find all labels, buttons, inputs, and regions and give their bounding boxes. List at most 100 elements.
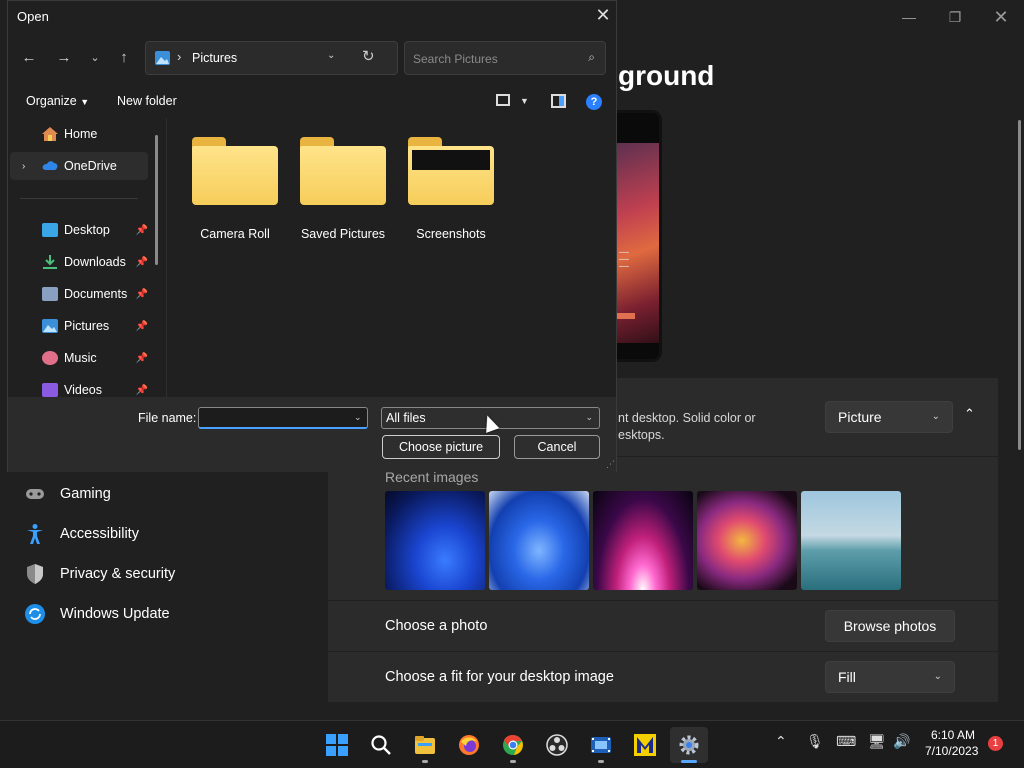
home-icon: [42, 127, 58, 141]
browse-photos-button[interactable]: Browse photos: [825, 610, 955, 642]
search-taskbar-button[interactable]: [362, 727, 400, 763]
obs-taskbar-button[interactable]: [538, 727, 576, 763]
folder-item[interactable]: Saved Pictures: [300, 137, 386, 241]
settings-taskbar-button[interactable]: [670, 727, 708, 763]
firefox-icon: [459, 735, 479, 755]
chevron-up-icon[interactable]: ⌃: [775, 733, 787, 750]
chrome-taskbar-button[interactable]: [494, 727, 532, 763]
keyboard-icon[interactable]: ⌨: [836, 733, 856, 750]
view-icon[interactable]: [496, 94, 510, 106]
pin-icon[interactable]: 📌: [136, 289, 148, 300]
page-title: ground: [618, 60, 715, 91]
nav-item-videos[interactable]: Videos 📌: [10, 376, 148, 397]
nav-item-label: Downloads: [64, 255, 126, 269]
notification-badge[interactable]: 1: [988, 736, 1003, 751]
volume-icon[interactable]: 🔊: [893, 733, 910, 750]
fit-dropdown[interactable]: Fill ⌄: [825, 661, 955, 693]
sidebar-item-accessibility[interactable]: Accessibility: [24, 520, 139, 548]
nav-item-documents[interactable]: Documents 📌: [10, 280, 148, 308]
desktop-icon: [42, 223, 58, 237]
file-explorer-taskbar-button[interactable]: [406, 727, 444, 763]
sidebar-item-gaming[interactable]: Gaming: [24, 480, 111, 508]
recent-image-thumbnail[interactable]: [801, 491, 901, 590]
folder-item[interactable]: Camera Roll: [192, 137, 278, 241]
forward-arrow-icon[interactable]: →: [53, 47, 75, 69]
pin-icon[interactable]: 📌: [136, 257, 148, 268]
recent-locations-chevron-icon[interactable]: ⌄: [84, 47, 106, 69]
chevron-down-icon[interactable]: ⌄: [327, 50, 335, 61]
expand-chevron-icon[interactable]: ›: [22, 161, 25, 172]
refresh-icon[interactable]: ↻: [362, 47, 375, 65]
recent-image-thumbnail[interactable]: [489, 491, 589, 590]
chevron-down-icon[interactable]: ⌄: [354, 412, 362, 423]
chevron-down-icon: ⌄: [585, 412, 593, 422]
recent-images-card: Recent images: [328, 457, 998, 600]
filename-input[interactable]: [198, 407, 368, 429]
letter-m-app-icon: [634, 734, 656, 756]
chevron-up-icon[interactable]: ⌃: [964, 406, 975, 422]
nav-item-home[interactable]: Home: [10, 120, 148, 148]
cancel-button[interactable]: Cancel: [514, 435, 600, 459]
network-icon[interactable]: 🖥: [868, 733, 886, 750]
clock-date[interactable]: 7/10/2023: [925, 744, 978, 758]
chevron-down-icon: ▼: [80, 97, 90, 107]
close-window-button[interactable]: ✕: [990, 6, 1012, 28]
maximize-button[interactable]: ❐: [944, 6, 966, 28]
folder-icon: [300, 137, 386, 205]
microphone-icon[interactable]: 🎙: [806, 733, 824, 750]
pane-splitter[interactable]: [166, 118, 167, 397]
folder-name: Saved Pictures: [300, 227, 386, 241]
file-explorer-icon: [415, 736, 435, 754]
dialog-title: Open: [17, 9, 49, 24]
nav-item-desktop[interactable]: Desktop 📌: [10, 216, 148, 244]
pin-icon[interactable]: 📌: [136, 353, 148, 364]
nav-item-onedrive[interactable]: › OneDrive: [10, 152, 148, 180]
pin-icon[interactable]: 📌: [136, 385, 148, 396]
pin-icon[interactable]: 📌: [136, 225, 148, 236]
chrome-icon: [503, 734, 523, 755]
nav-item-downloads[interactable]: Downloads 📌: [10, 248, 148, 276]
update-icon: [24, 603, 46, 625]
sidebar-item-windows-update[interactable]: Windows Update: [24, 600, 170, 628]
chevron-down-icon: ⌄: [931, 411, 940, 422]
search-input[interactable]: Search Pictures ⌕: [404, 41, 606, 75]
active-indicator: [681, 760, 697, 763]
close-icon[interactable]: ✕: [592, 4, 614, 26]
personalize-description: nt desktop. Solid color or esktops.: [618, 411, 756, 442]
clock-time[interactable]: 6:10 AM: [931, 728, 975, 742]
sidebar-item-privacy[interactable]: Privacy & security: [24, 560, 175, 588]
fit-value: Fill: [838, 669, 856, 685]
video-editor-taskbar-button[interactable]: [582, 727, 620, 763]
view-options-chevron-icon[interactable]: ▼: [520, 96, 529, 106]
background-type-dropdown[interactable]: Picture ⌄: [825, 401, 953, 433]
folder-item[interactable]: Screenshots: [408, 137, 494, 241]
firefox-taskbar-button[interactable]: [450, 727, 488, 763]
resize-grip-icon[interactable]: ⋰: [606, 459, 615, 470]
nav-item-music[interactable]: Music 📌: [10, 344, 148, 372]
preview-taskbar: [615, 313, 635, 319]
preview-window-icon: — — —: [619, 247, 629, 272]
windows-logo-icon: [326, 734, 348, 756]
nav-item-label: Pictures: [64, 319, 110, 333]
nav-item-pictures[interactable]: Pictures 📌: [10, 312, 148, 340]
choose-fit-card: Choose a fit for your desktop image Fill…: [328, 652, 998, 702]
back-arrow-icon[interactable]: ←: [18, 47, 40, 69]
organize-button[interactable]: Organize ▼: [26, 94, 89, 108]
address-bar[interactable]: › Pictures ⌄ ↻: [145, 41, 398, 75]
recent-image-thumbnail[interactable]: [593, 491, 693, 590]
folder-name: Camera Roll: [200, 227, 270, 241]
help-icon[interactable]: ?: [586, 94, 602, 110]
minimize-button[interactable]: —: [898, 6, 920, 28]
nav-scrollbar[interactable]: [155, 135, 158, 265]
organize-label: Organize: [26, 94, 77, 108]
new-folder-button[interactable]: New folder: [117, 94, 177, 108]
start-button[interactable]: [318, 727, 356, 763]
up-arrow-icon[interactable]: ↑: [113, 47, 135, 69]
recent-image-thumbnail[interactable]: [697, 491, 797, 590]
choose-picture-button[interactable]: Choose picture: [382, 435, 500, 459]
page-scrollbar[interactable]: [1018, 120, 1021, 450]
app-m-taskbar-button[interactable]: [626, 727, 664, 763]
pin-icon[interactable]: 📌: [136, 321, 148, 332]
preview-pane-icon[interactable]: [551, 94, 566, 108]
recent-image-thumbnail[interactable]: [385, 491, 485, 590]
